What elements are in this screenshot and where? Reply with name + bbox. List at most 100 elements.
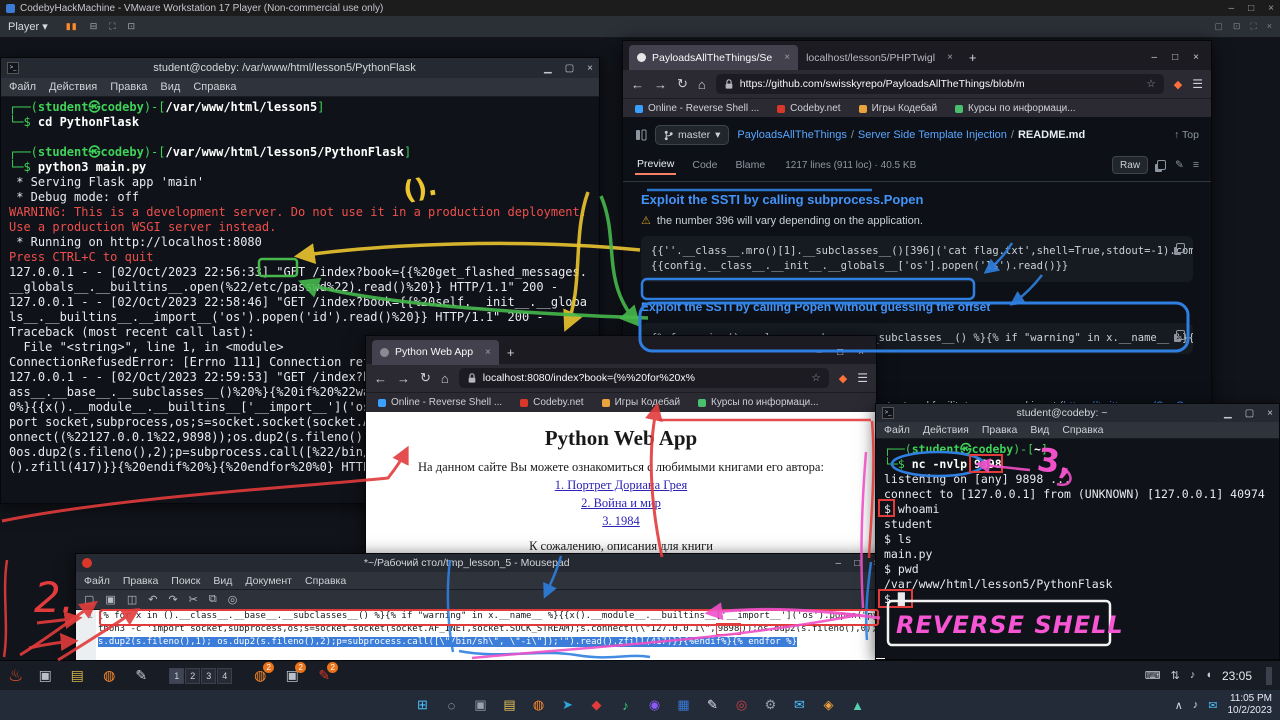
menu-item[interactable]: Файл: [84, 575, 110, 587]
minimize-icon[interactable]: –: [836, 558, 842, 569]
toolbar-icon[interactable]: ◎: [228, 593, 238, 606]
edit-icon[interactable]: ✎: [1175, 159, 1184, 171]
workspace-button[interactable]: 4: [217, 668, 232, 684]
menu-item[interactable]: Файл: [884, 424, 910, 436]
forward-icon[interactable]: →: [397, 371, 410, 386]
menu-item[interactable]: Вид: [1030, 424, 1049, 436]
close-icon[interactable]: ×: [858, 347, 864, 358]
minimize-icon[interactable]: ▁: [1224, 408, 1232, 419]
tray-icon[interactable]: ♪: [1193, 699, 1199, 712]
book-link-3[interactable]: 3. 1984: [366, 514, 876, 529]
terminal2-titlebar[interactable]: >_ student@codeby: ~ ▁ ▢ ×: [876, 404, 1279, 422]
menu-item[interactable]: Справка: [193, 81, 236, 93]
window-control-icon[interactable]: □: [1248, 3, 1254, 14]
payload-code[interactable]: {% for x in ().__class__.__base__.__subc…: [96, 610, 885, 661]
tray-icon[interactable]: ⌨: [1145, 669, 1161, 682]
heading-subprocess-popen[interactable]: Exploit the SSTI by calling subprocess.P…: [641, 192, 1193, 207]
player-menu[interactable]: Player ▾: [8, 20, 48, 33]
app-menu-icon[interactable]: ♨: [8, 666, 23, 686]
show-desktop-button[interactable]: [1266, 667, 1272, 685]
heading-popen-no-offset[interactable]: Exploit the SSTI by calling Popen withou…: [641, 300, 1193, 314]
taskbar-app-icon[interactable]: ⚙: [760, 694, 782, 716]
menu-item[interactable]: Правка: [110, 81, 147, 93]
bookmark-item[interactable]: Online - Reverse Shell ...: [635, 103, 759, 114]
maximize-icon[interactable]: □: [1172, 52, 1178, 63]
toolbar-icon[interactable]: ✂: [189, 593, 198, 606]
minimize-icon[interactable]: ▁: [544, 63, 552, 74]
maximize-icon[interactable]: ▢: [565, 63, 574, 74]
host-clock[interactable]: 11:05 PM 10/2/2023: [1228, 693, 1273, 717]
running-app-icon[interactable]: ▣2: [280, 664, 304, 688]
new-tab-button[interactable]: +: [969, 50, 977, 65]
vm-clock[interactable]: 23:05: [1222, 669, 1252, 683]
code-block-1[interactable]: {{''.__class__.mro()[1].__subclasses__()…: [641, 236, 1193, 282]
taskbar-app-icon[interactable]: ◈: [818, 694, 840, 716]
reload-icon[interactable]: ↻: [420, 370, 431, 386]
vmware-device-icon[interactable]: ⊡: [1233, 21, 1241, 32]
breadcrumb-repo-link[interactable]: PayloadsAllTheThings: [737, 129, 846, 141]
toolbar-icon[interactable]: ▣: [105, 593, 115, 606]
toolbar-icon[interactable]: ↶: [148, 593, 157, 606]
mousepad-content[interactable]: 1 {% for x in ().__class__.__base__.__su…: [76, 610, 885, 661]
back-icon[interactable]: ←: [631, 77, 644, 92]
raw-button[interactable]: Raw: [1112, 156, 1148, 174]
tab-close-icon[interactable]: ×: [947, 52, 953, 63]
branch-selector[interactable]: master ▾: [655, 125, 729, 145]
file-tree-icon[interactable]: [635, 129, 647, 141]
tray-icon[interactable]: ◖: [1205, 669, 1212, 682]
window-control-icon[interactable]: ×: [1268, 3, 1274, 14]
maximize-icon[interactable]: ▢: [1245, 408, 1254, 419]
taskbar-app-icon[interactable]: ▤: [499, 694, 521, 716]
book-link-2[interactable]: 2. Война и мир: [366, 496, 876, 511]
launcher-icon[interactable]: ✎: [129, 664, 153, 688]
mousepad-titlebar[interactable]: *~/Рабочий стол/tmp_lesson_5 - Mousepad …: [76, 554, 885, 572]
tab-blame[interactable]: Blame: [733, 156, 767, 174]
workspace-button[interactable]: 2: [185, 668, 200, 684]
taskbar-app-icon[interactable]: ✎: [702, 694, 724, 716]
home-icon[interactable]: ⌂: [441, 371, 449, 386]
launcher-icon[interactable]: ◍: [97, 664, 121, 688]
hamburger-menu-icon[interactable]: ☰: [857, 371, 868, 385]
vmware-device-icon[interactable]: ×: [1267, 21, 1272, 32]
taskbar-app-icon[interactable]: ◆: [586, 694, 608, 716]
taskbar-app-icon[interactable]: ♪: [615, 694, 637, 716]
taskbar-app-icon[interactable]: ◍: [528, 694, 550, 716]
menu-item[interactable]: Действия: [923, 424, 969, 436]
tray-icon[interactable]: ⇅: [1171, 669, 1180, 682]
toolbar-icon[interactable]: ▢: [84, 593, 94, 606]
workspace-button[interactable]: 1: [169, 668, 184, 684]
bookmark-item[interactable]: Игры Кодебай: [859, 103, 937, 114]
terminal2-output[interactable]: ┌──(student㉿codeby)-[~]└─$ nc -nvlp 9898…: [876, 439, 1279, 658]
workspace-button[interactable]: 3: [201, 668, 216, 684]
taskbar-app-icon[interactable]: ◎: [731, 694, 753, 716]
menu-item[interactable]: Вид: [213, 575, 232, 587]
copy-icon[interactable]: [1176, 330, 1185, 340]
maximize-icon[interactable]: □: [854, 558, 860, 569]
running-app-icon[interactable]: ◍2: [248, 664, 272, 688]
close-icon[interactable]: ×: [587, 63, 593, 74]
menu-item[interactable]: Справка: [1062, 424, 1103, 436]
close-icon[interactable]: ×: [1267, 408, 1273, 419]
vmware-toolbar-icon[interactable]: ⊟: [90, 21, 98, 32]
reload-icon[interactable]: ↻: [677, 76, 688, 92]
bookmark-item[interactable]: Codeby.net: [520, 397, 583, 408]
bookmark-item[interactable]: Codeby.net: [777, 103, 840, 114]
tab-payloadsallthethings[interactable]: PayloadsAllTheThings/Se ×: [629, 45, 798, 70]
taskbar-app-icon[interactable]: ▣: [470, 694, 492, 716]
bookmark-item[interactable]: Курсы по информаци...: [698, 397, 819, 408]
tray-icon[interactable]: ∧: [1175, 699, 1183, 712]
bookmark-item[interactable]: Online - Reverse Shell ...: [378, 397, 502, 408]
maximize-icon[interactable]: □: [837, 347, 843, 358]
hamburger-menu-icon[interactable]: ☰: [1192, 77, 1203, 91]
launcher-icon[interactable]: ▤: [65, 664, 89, 688]
terminal1-titlebar[interactable]: >_ student@codeby: /var/www/html/lesson5…: [1, 58, 599, 78]
copy-icon[interactable]: [1176, 243, 1185, 253]
menu-item[interactable]: Правка: [123, 575, 158, 587]
tab-close-icon[interactable]: ×: [784, 52, 790, 63]
url-bar[interactable]: https://github.com/swisskyrepo/PayloadsA…: [716, 74, 1164, 94]
menu-item[interactable]: Правка: [982, 424, 1017, 436]
tab-code[interactable]: Code: [690, 156, 719, 174]
taskbar-app-icon[interactable]: ▦: [673, 694, 695, 716]
vmware-device-icon[interactable]: ⛶: [1250, 21, 1256, 32]
running-app-icon[interactable]: ✎2: [312, 664, 336, 688]
